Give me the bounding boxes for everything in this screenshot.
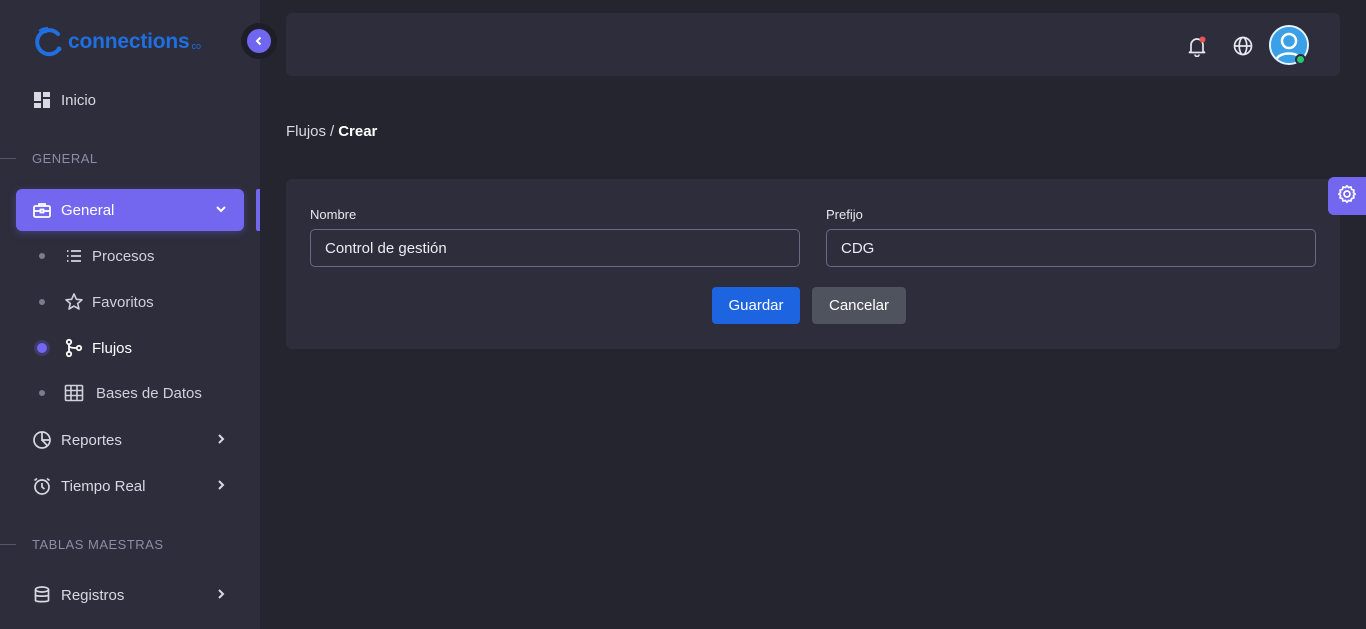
breadcrumb-separator: / [330, 123, 335, 140]
customizer-toggle-button[interactable] [1328, 177, 1366, 215]
sidebar-item-tiempo-real[interactable]: Tiempo Real [16, 465, 244, 507]
sidebar-item-label: Reportes [61, 431, 122, 449]
sidebar-item-label: Tiempo Real [61, 477, 146, 495]
list-icon [64, 246, 84, 266]
cancel-button[interactable]: Cancelar [812, 287, 906, 324]
database-icon [32, 585, 52, 605]
sidebar-subitem-favoritos[interactable]: Favoritos [32, 284, 244, 320]
bullet-dot [39, 253, 45, 259]
bullet-dot [39, 299, 45, 305]
star-icon [64, 292, 84, 312]
breadcrumb: Flujos / Crear [286, 123, 377, 140]
create-flow-form-card: Nombre Prefijo Guardar Cancelar [286, 179, 1340, 349]
brand-name: connections [68, 30, 190, 53]
gear-icon [1337, 184, 1357, 209]
section-label-tablas-maestras: TABLAS MAESTRAS [32, 537, 164, 552]
pie-chart-icon [32, 430, 52, 450]
section-divider [0, 544, 16, 545]
bell-icon[interactable] [1186, 35, 1208, 58]
nombre-label: Nombre [310, 207, 357, 222]
sidebar-item-reportes[interactable]: Reportes [16, 419, 244, 461]
chevron-right-icon [214, 432, 228, 446]
sidebar-subitem-bases-de-datos[interactable]: Bases de Datos [32, 375, 244, 411]
save-button[interactable]: Guardar [712, 287, 800, 324]
sidebar-subitem-label: Favoritos [92, 293, 154, 311]
sidebar-item-label: Registros [61, 586, 125, 604]
sidebar-subitem-flujos[interactable]: Flujos [32, 330, 244, 366]
prefijo-input[interactable] [826, 229, 1316, 267]
briefcase-icon [32, 200, 52, 220]
sidebar: connections co Inicio GENERAL General Pr… [0, 0, 260, 629]
nombre-input[interactable] [310, 229, 800, 267]
section-divider [0, 158, 16, 159]
chevron-right-icon [214, 478, 228, 492]
alarm-clock-icon [32, 476, 52, 496]
breadcrumb-current: Crear [338, 123, 378, 140]
brand-suffix: co [191, 41, 201, 51]
sidebar-subitem-label: Flujos [92, 339, 133, 357]
sidebar-subitem-procesos[interactable]: Procesos [32, 238, 244, 274]
sidebar-collapse-button[interactable] [241, 23, 277, 59]
dashboard-icon [32, 90, 52, 110]
online-status-indicator [1295, 54, 1306, 65]
sidebar-item-general[interactable]: General [16, 189, 244, 231]
sidebar-subitem-label: Procesos [92, 247, 155, 265]
section-label-general: GENERAL [32, 151, 98, 166]
chevron-left-icon [247, 29, 271, 53]
top-navbar [286, 13, 1340, 76]
breadcrumb-parent-link[interactable]: Flujos [286, 123, 326, 140]
flow-branch-icon [64, 338, 84, 358]
bullet-dot [39, 390, 45, 396]
sidebar-item-inicio[interactable]: Inicio [16, 79, 244, 121]
bullet-dot-active [37, 343, 47, 353]
sidebar-subitem-label: Bases de Datos [96, 384, 202, 402]
chevron-down-icon [214, 202, 228, 216]
globe-icon[interactable] [1232, 35, 1254, 57]
sidebar-item-label: General [61, 201, 115, 219]
active-indicator [256, 189, 260, 231]
prefijo-label: Prefijo [826, 207, 863, 222]
brand-logo[interactable]: connections co [32, 22, 222, 62]
chevron-right-icon [214, 587, 228, 601]
sidebar-item-registros[interactable]: Registros [16, 574, 244, 616]
logo-mark-icon [32, 25, 66, 59]
table-grid-icon [64, 383, 84, 403]
sidebar-item-label: Inicio [61, 91, 97, 109]
